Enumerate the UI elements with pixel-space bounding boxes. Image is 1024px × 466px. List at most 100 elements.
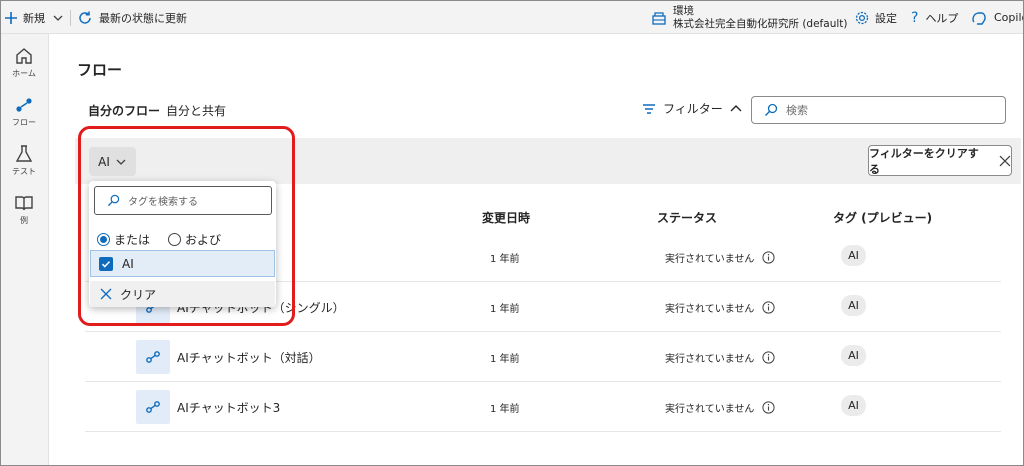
tag-filter-dropdown[interactable]: AI xyxy=(89,147,136,176)
table-row[interactable]: AIチャットボット（対話） 1 年前 実行されていません AI xyxy=(85,332,1001,382)
info-icon[interactable] xyxy=(762,351,776,364)
tag-filter-label: AI xyxy=(98,154,110,169)
radio-or-label: または xyxy=(114,233,151,247)
flask-icon xyxy=(15,144,33,162)
row-tag: AI xyxy=(841,245,866,266)
settings-label: 設定 xyxy=(875,11,897,25)
close-icon xyxy=(999,155,1011,166)
environment-picker[interactable]: 環境 株式会社完全自動化研究所 (default) xyxy=(651,1,847,34)
row-modified: 1 年前 xyxy=(490,354,520,365)
nav-label-flows: フロー xyxy=(12,117,36,127)
clear-filters-label: フィルターをクリアする xyxy=(869,146,979,176)
checkbox-checked-icon xyxy=(99,256,113,271)
radio-or[interactable]: または xyxy=(97,231,150,248)
column-header-modified[interactable]: 変更日時 xyxy=(482,209,530,226)
nav-item-examples[interactable]: 例 xyxy=(1,185,47,233)
chevron-down-icon xyxy=(53,15,63,21)
environment-name: 株式会社完全自動化研究所 (default) xyxy=(673,17,848,30)
flow-icon xyxy=(146,401,160,413)
nav-item-test[interactable]: テスト xyxy=(1,136,47,184)
row-status: 実行されていません xyxy=(665,250,776,265)
tag-filter-menu: タグを検索する または および AI クリア xyxy=(89,181,276,307)
tag-search-placeholder: タグを検索する xyxy=(128,197,198,208)
row-modified: 1 年前 xyxy=(490,304,520,315)
close-icon xyxy=(100,288,112,300)
tag-search-input[interactable]: タグを検索する xyxy=(94,186,272,215)
settings-button[interactable]: 設定 xyxy=(854,1,897,34)
search-input[interactable]: 検索 xyxy=(751,96,1006,124)
gear-icon xyxy=(855,11,869,24)
refresh-button[interactable]: 最新の状態に更新 xyxy=(77,1,187,34)
copilot-button[interactable]: Copilo xyxy=(971,1,1023,34)
tag-option-ai[interactable]: AI xyxy=(90,250,275,277)
refresh-label: 最新の状態に更新 xyxy=(99,11,187,25)
row-status-text: 実行されていません xyxy=(665,404,755,415)
page-title: フロー xyxy=(77,61,123,79)
row-tag: AI xyxy=(841,345,866,366)
left-nav: ホーム フロー テスト 例 xyxy=(1,34,49,465)
app-window: 新規 最新の状態に更新 環境 株式会社完全自動化研究所 (default) 設定… xyxy=(0,0,1024,466)
search-icon xyxy=(765,103,778,116)
search-placeholder: 検索 xyxy=(786,104,808,117)
plus-icon xyxy=(5,11,17,24)
clear-tags-button[interactable]: クリア xyxy=(90,281,275,307)
copilot-icon xyxy=(972,11,986,25)
row-status: 実行されていません xyxy=(665,300,776,315)
copilot-label: Copilo xyxy=(994,11,1023,24)
flow-item-icon xyxy=(136,390,170,424)
tab-my-flows[interactable]: 自分のフロー xyxy=(88,102,160,119)
radio-and[interactable]: および xyxy=(168,231,221,248)
column-header-tags[interactable]: タグ (プレビュー) xyxy=(833,209,932,226)
radio-selected-icon xyxy=(97,233,110,246)
flow-item-icon xyxy=(136,340,170,374)
top-command-bar: 新規 最新の状態に更新 環境 株式会社完全自動化研究所 (default) 設定… xyxy=(1,1,1023,34)
help-label: ヘルプ xyxy=(925,11,959,25)
new-button[interactable]: 新規 xyxy=(3,1,65,34)
row-modified: 1 年前 xyxy=(490,404,520,415)
tag-option-label: AI xyxy=(122,256,134,271)
nav-label-test: テスト xyxy=(12,166,36,176)
filter-toggle-button[interactable]: フィルター xyxy=(641,100,743,117)
nav-label-examples: 例 xyxy=(20,215,28,225)
new-button-label: 新規 xyxy=(23,11,45,25)
book-icon xyxy=(15,195,33,210)
question-icon: ? xyxy=(911,9,919,26)
help-button[interactable]: ? ヘルプ xyxy=(911,1,958,34)
search-icon xyxy=(107,194,120,207)
row-status-text: 実行されていません xyxy=(665,304,755,315)
row-status-text: 実行されていません xyxy=(665,254,755,265)
clear-tags-label: クリア xyxy=(120,287,157,302)
row-flow-name[interactable]: AIチャットボット3 xyxy=(177,399,280,416)
nav-label-home: ホーム xyxy=(12,68,36,78)
environment-icon xyxy=(652,11,666,25)
chevron-up-icon xyxy=(730,104,742,111)
row-flow-name[interactable]: AIチャットボット（対話） xyxy=(177,349,321,366)
nav-item-flows[interactable]: フロー xyxy=(1,87,47,135)
row-tag: AI xyxy=(841,395,866,416)
home-icon xyxy=(16,47,32,64)
row-modified: 1 年前 xyxy=(490,254,520,265)
flow-icon xyxy=(16,97,32,112)
info-icon[interactable] xyxy=(762,251,776,264)
clear-filters-button[interactable]: フィルターをクリアする xyxy=(868,145,1012,176)
divider xyxy=(70,10,71,26)
match-mode-radio-group: または および xyxy=(97,231,239,248)
row-tag: AI xyxy=(841,295,866,316)
refresh-icon xyxy=(79,11,91,24)
table-row[interactable]: AIチャットボット3 1 年前 実行されていません AI xyxy=(85,382,1001,432)
info-icon[interactable] xyxy=(762,401,776,414)
radio-and-label: および xyxy=(185,233,222,247)
tab-shared-with-me[interactable]: 自分と共有 xyxy=(166,102,226,119)
row-status: 実行されていません xyxy=(665,350,776,365)
filter-label: フィルター xyxy=(663,102,723,116)
flow-icon xyxy=(146,351,160,363)
row-status: 実行されていません xyxy=(665,400,776,415)
filter-icon xyxy=(643,103,655,114)
column-header-status[interactable]: ステータス xyxy=(657,209,717,226)
info-icon[interactable] xyxy=(762,301,776,314)
row-status-text: 実行されていません xyxy=(665,354,755,365)
radio-unselected-icon xyxy=(168,233,182,246)
chevron-down-icon xyxy=(116,159,126,165)
environment-label: 環境 xyxy=(673,4,694,17)
nav-item-home[interactable]: ホーム xyxy=(1,38,47,86)
